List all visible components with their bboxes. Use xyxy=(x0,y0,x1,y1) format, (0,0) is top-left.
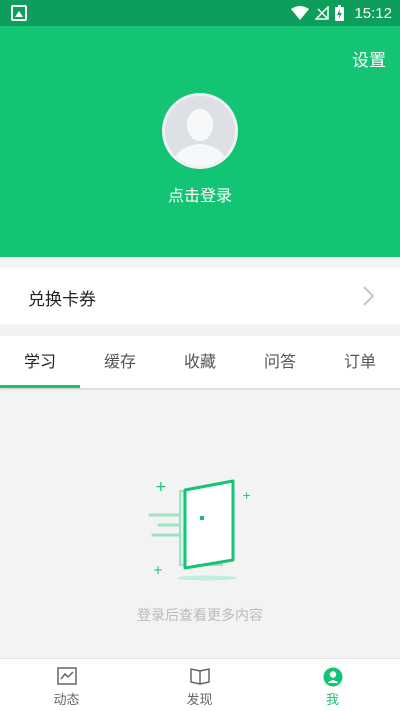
redeem-coupon-row[interactable]: 兑换卡券 xyxy=(0,268,400,324)
activity-chart-icon xyxy=(57,667,77,685)
open-book-icon xyxy=(190,668,210,685)
nav-me-label: 我 xyxy=(325,693,339,708)
empty-state-message: 登录后查看更多内容 xyxy=(137,608,263,624)
status-bar: 15:12 xyxy=(0,0,400,26)
tab-favorites[interactable]: 收藏 xyxy=(160,336,240,388)
status-icons: 15:12 xyxy=(291,0,392,26)
battery-charging-icon xyxy=(335,5,345,21)
default-avatar-icon xyxy=(165,96,235,166)
chevron-right-icon xyxy=(363,286,374,306)
wifi-icon xyxy=(291,6,310,20)
tab-orders[interactable]: 订单 xyxy=(320,336,400,388)
no-signal-icon xyxy=(315,6,330,20)
nav-activity-label: 动态 xyxy=(53,693,80,708)
nav-activity[interactable]: 动态 xyxy=(0,659,133,711)
content-tabs: 学习 缓存 收藏 问答 订单 xyxy=(0,336,400,388)
nav-me[interactable]: 我 xyxy=(266,659,399,711)
avatar[interactable] xyxy=(162,93,238,169)
tab-qa[interactable]: 问答 xyxy=(240,336,320,388)
login-link[interactable]: 点击登录 xyxy=(0,182,400,206)
svg-text:+: + xyxy=(242,489,251,502)
redeem-coupon-label: 兑换卡券 xyxy=(28,290,96,310)
svg-text:+: + xyxy=(155,479,167,495)
user-profile-icon xyxy=(323,667,343,687)
nav-discover[interactable]: 发现 xyxy=(133,659,266,711)
tab-cache[interactable]: 缓存 xyxy=(80,336,160,388)
door-illustration-icon: + + + xyxy=(148,479,251,581)
tab-study[interactable]: 学习 xyxy=(0,336,80,388)
svg-text:+: + xyxy=(153,563,163,577)
profile-header: 设置 点击登录 xyxy=(0,26,400,257)
nav-discover-label: 发现 xyxy=(186,693,213,708)
status-time: 15:12 xyxy=(354,4,392,22)
active-tab-indicator xyxy=(0,385,80,388)
bottom-navigation: 动态 发现 我 xyxy=(0,658,400,711)
settings-button[interactable]: 设置 xyxy=(352,46,386,71)
empty-state: + + + 登录后查看更多内容 xyxy=(0,390,400,658)
image-notification-icon xyxy=(11,5,27,21)
